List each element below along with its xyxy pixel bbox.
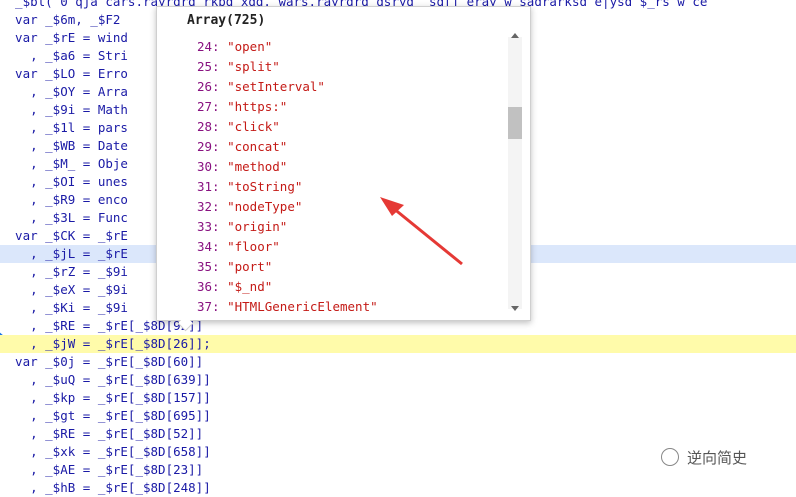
array-entry[interactable]: 35: "port" (197, 257, 272, 277)
popup-title: Array(725) (187, 13, 266, 28)
array-preview-popup: Array(725) 24: "open" 25: "split" 26: "set… (156, 6, 531, 321)
entry-value: "https:" (227, 99, 288, 114)
code-line-text: , _$rZ = _$9i (0, 264, 128, 279)
array-entry[interactable]: 27: "https:" (197, 97, 287, 117)
entry-value: "port" (227, 259, 273, 274)
entry-value: "origin" (227, 219, 288, 234)
code-line-text: var _$6m, _$F2 (0, 12, 121, 27)
code-line-text: , _$3L = Func (0, 210, 128, 225)
code-line[interactable]: , _$jW = _$rE[_$8D[26]]; (0, 335, 796, 353)
watermark-text: 逆向简史 (687, 449, 748, 467)
code-line[interactable]: , _$gt = _$rE[_$8D[695]] (0, 407, 796, 425)
code-line[interactable]: , _$kp = _$rE[_$8D[157]] (0, 389, 796, 407)
code-line-text: , _$OI = unes (0, 174, 128, 189)
entry-index: 29: (197, 139, 220, 154)
entry-value: "$_nd" (227, 279, 273, 294)
entry-value: "split" (227, 59, 280, 74)
wechat-icon (661, 448, 679, 466)
code-line-text: , _$kp = _$rE[_$8D[157]] (0, 390, 211, 405)
code-line-text: , _$hB = _$rE[_$8D[248]] (0, 480, 211, 495)
array-entry[interactable]: 24: "open" (197, 37, 272, 57)
code-line[interactable]: , _$uQ = _$rE[_$8D[639]] (0, 371, 796, 389)
code-line-text: , _$eX = _$9i (0, 282, 128, 297)
entry-value: "floor" (227, 239, 280, 254)
code-line[interactable]: , _$RE = _$rE[_$8D[52]] (0, 425, 796, 443)
code-line[interactable]: var _$0j = _$rE[_$8D[60]] (0, 353, 796, 371)
array-entry[interactable]: 31: "toString" (197, 177, 302, 197)
entry-index: 31: (197, 179, 220, 194)
entry-value: "click" (227, 119, 280, 134)
array-entry[interactable]: 32: "nodeType" (197, 197, 302, 217)
entry-index: 30: (197, 159, 220, 174)
entry-index: 37: (197, 299, 220, 314)
code-line-text: , _$xk = _$rE[_$8D[658]] (0, 444, 211, 459)
code-line-text: , _$9i = Math (0, 102, 128, 117)
entry-index: 36: (197, 279, 220, 294)
entry-value: "toString" (227, 179, 303, 194)
entry-value: "nodeType" (227, 199, 303, 214)
entry-index: 33: (197, 219, 220, 234)
entry-value: "HTMLGenericElement" (227, 299, 378, 314)
array-entry[interactable]: 36: "$_nd" (197, 277, 272, 297)
array-entry[interactable]: 33: "origin" (197, 217, 287, 237)
code-line-text: var _$LO = Erro (0, 66, 128, 81)
code-line-text: , _$OY = Arra (0, 84, 128, 99)
scroll-down-arrow-icon[interactable] (511, 306, 519, 311)
watermark: 逆向简史 (661, 446, 747, 470)
code-line[interactable]: , _$hB = _$rE[_$8D[248]] (0, 479, 796, 497)
code-line-text: , _$R9 = enco (0, 192, 128, 207)
entry-index: 25: (197, 59, 220, 74)
array-entry[interactable]: 37: "HTMLGenericElement" (197, 297, 378, 317)
entry-index: 26: (197, 79, 220, 94)
code-line-text: var _$0j = _$rE[_$8D[60]] (0, 354, 204, 369)
entry-index: 27: (197, 99, 220, 114)
code-line-text: , _$M_ = Obje (0, 156, 128, 171)
array-entry[interactable]: 28: "click" (197, 117, 280, 137)
array-entry[interactable]: 26: "setInterval" (197, 77, 325, 97)
entry-index: 28: (197, 119, 220, 134)
entry-value: "method" (227, 159, 288, 174)
code-line-text: , _$jW = _$rE[_$8D[26]]; (0, 336, 211, 351)
entry-value: "open" (227, 39, 273, 54)
code-line-text: , _$uQ = _$rE[_$8D[639]] (0, 372, 211, 387)
popup-scrollbar[interactable] (508, 33, 522, 311)
code-line-text: , _$RE = _$rE[_$8D[52]] (0, 426, 204, 441)
entry-index: 35: (197, 259, 220, 274)
code-line-text: , _$1l = pars (0, 120, 128, 135)
code-line-text: var _$CK = _$rE (0, 228, 128, 243)
entry-value: "setInterval" (227, 79, 325, 94)
code-line-text: , _$jL = _$rE (0, 246, 128, 261)
code-line-text: , _$gt = _$rE[_$8D[695]] (0, 408, 211, 423)
scroll-thumb[interactable] (508, 107, 522, 139)
code-line-text: , _$a6 = Stri (0, 48, 128, 63)
entry-index: 34: (197, 239, 220, 254)
code-line-text: var _$rE = wind (0, 30, 128, 45)
entry-index: 24: (197, 39, 220, 54)
array-entry[interactable]: 30: "method" (197, 157, 287, 177)
entry-value: "concat" (227, 139, 288, 154)
code-line-text: , _$WB = Date (0, 138, 128, 153)
code-line-text: , _$Ki = _$9i (0, 300, 128, 315)
code-line-text: , _$AE = _$rE[_$8D[23]] (0, 462, 204, 477)
array-entry[interactable]: 34: "floor" (197, 237, 280, 257)
entry-index: 32: (197, 199, 220, 214)
scroll-up-arrow-icon[interactable] (511, 33, 519, 38)
array-entry[interactable]: 25: "split" (197, 57, 280, 77)
array-entry[interactable]: 29: "concat" (197, 137, 287, 157)
